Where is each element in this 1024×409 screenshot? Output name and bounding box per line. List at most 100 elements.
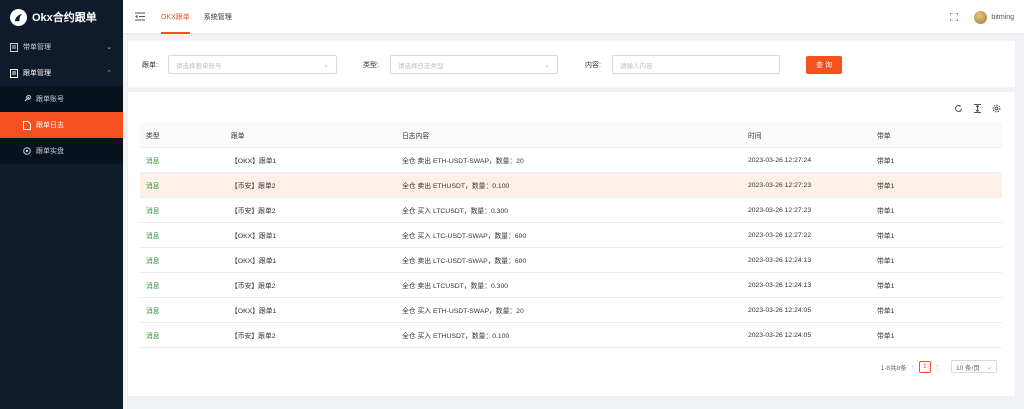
table-row[interactable]: 消息 【OKX】跟单1 全仓 买入 ETH-USDT-SWAP，数量：20 2023-… [140,298,1002,323]
sidebar-item-label: 跟单账号 [36,96,64,103]
cell-time: 2023-03-26 12:27:22 [748,231,812,239]
log-type-select[interactable]: 请选择日志类型 ⌄ [390,55,558,74]
column-header-follow: 跟单 [231,133,245,140]
cell-content: 全仓 买入 ETH-USDT-SWAP，数量：20 [402,308,524,315]
column-height-icon[interactable] [973,104,982,113]
cell-type: 消息 [146,208,160,215]
cell-type: 消息 [146,333,160,340]
cell-time: 2023-03-26 12:24:05 [748,331,812,339]
sidebar: Okx合约跟单 带单管理 ⌄ 跟单管理 ⌃ 跟单账号 跟单日志 跟单实盘 [0,0,123,409]
cell-time: 2023-03-26 12:24:05 [748,306,812,314]
type-label: 类型: [363,62,379,69]
cell-content: 全仓 卖出 ETH-USDT-SWAP，数量：20 [402,158,524,165]
document-icon [9,42,18,52]
log-type-placeholder: 请选择日志类型 [398,62,444,70]
content-label: 内容: [585,62,601,69]
table-row[interactable]: 消息 【OKX】跟单1 全仓 卖出 LTC-USDT-SWAP，数量：600 2023… [140,248,1002,273]
cell-follow: 【币安】跟单2 [231,208,276,215]
pagination-summary: 1-8共8条 [880,364,907,372]
link-icon [22,95,31,104]
cell-content: 全仓 买入 LTC-USDT-SWAP，数量：600 [402,233,527,240]
chevron-up-icon: ⌃ [106,70,112,77]
cell-follow: 【OKX】跟单1 [231,308,277,315]
tab-system-management[interactable]: 系统管理 [204,0,232,34]
menu-fold-icon[interactable] [135,12,145,21]
column-header-lead: 带单 [877,133,891,140]
chevron-left-icon[interactable]: ‹ [912,363,914,370]
search-button[interactable]: 查 询 [806,56,842,74]
cell-follow: 【OKX】跟单1 [231,258,277,265]
circle-icon [22,147,31,156]
table-row[interactable]: 消息 【币安】跟单2 全仓 买入 LTCUSDT，数量：0.300 2023-03-2… [140,198,1002,223]
table-row[interactable]: 消息 【OKX】跟单1 全仓 买入 LTC-USDT-SWAP，数量：600 2023… [140,223,1002,248]
chevron-right-icon[interactable]: › [936,363,938,370]
content-placeholder: 请输入内容 [620,62,653,70]
cell-lead: 带单1 [877,233,895,240]
app-title: Okx合约跟单 [32,12,97,24]
cell-type: 消息 [146,283,160,290]
table-row[interactable]: 消息 【OKX】跟单1 全仓 卖出 ETH-USDT-SWAP，数量：20 2023-… [140,148,1002,173]
cell-type: 消息 [146,183,160,190]
cell-lead: 带单1 [877,158,895,165]
cell-lead: 带单1 [877,208,895,215]
avatar[interactable] [974,10,988,24]
cell-content: 全仓 买入 ETHUSDT，数量：0.100 [402,333,510,340]
sidebar-item-label: 带单管理 [23,44,51,51]
tab-okx-follow[interactable]: OKX跟单 [161,0,190,34]
chevron-down-icon: ⌄ [106,44,112,51]
cell-lead: 带单1 [877,283,895,290]
settings-icon[interactable] [992,104,1001,113]
table-row[interactable]: 消息 【币安】跟单2 全仓 买入 ETHUSDT，数量：0.100 2023-03-2… [140,323,1002,348]
table-header-row: 类型 跟单 日志内容 时间 带单 [140,123,1002,148]
sidebar-item-label: 跟单日志 [36,122,64,129]
log-table: 类型 跟单 日志内容 时间 带单 消息 【OKX】跟单1 全仓 卖出 ETH-USD… [140,123,1002,348]
chevron-down-icon: ⌄ [544,62,550,69]
table-body: 消息 【OKX】跟单1 全仓 卖出 ETH-USDT-SWAP，数量：20 2023-… [140,148,1002,348]
sidebar-item-follow-accounts[interactable]: 跟单账号 [0,86,123,112]
column-header-type: 类型 [146,133,160,140]
cell-time: 2023-03-26 12:24:13 [748,256,812,264]
page-number[interactable]: 1 [918,360,931,373]
sidebar-item-follow-live[interactable]: 跟单实盘 [0,138,123,164]
cell-type: 消息 [146,158,160,165]
cell-lead: 带单1 [877,308,895,315]
cell-content: 全仓 买入 LTCUSDT，数量：0.300 [402,208,508,215]
username[interactable]: bitming [991,14,1014,21]
follow-account-placeholder: 请选择跟单账号 [176,62,222,70]
sidebar-item-label: 跟单管理 [23,70,51,77]
top-header: OKX跟单 系统管理 bitming [123,0,1024,34]
sidebar-item-follow-management[interactable]: 跟单管理 ⌃ [0,60,123,86]
table-row[interactable]: 消息 【币安】跟单2 全仓 卖出 ETHUSDT，数量：0.100 2023-03-2… [140,173,1002,198]
cell-content: 全仓 卖出 LTC-USDT-SWAP，数量：600 [402,258,527,265]
sidebar-item-follow-logs[interactable]: 跟单日志 [0,112,123,138]
table-row[interactable]: 消息 【币安】跟单2 全仓 卖出 LTCUSDT，数量：0.300 2023-03-2… [140,273,1002,298]
sidebar-item-lead-management[interactable]: 带单管理 ⌄ [0,34,123,60]
page-size-value: 10 条/页 [956,364,980,372]
chevron-down-icon: ⌄ [986,364,992,371]
file-icon [22,120,31,130]
cell-lead: 带单1 [877,333,895,340]
brand: Okx合约跟单 [0,0,123,34]
cell-type: 消息 [146,233,160,240]
cell-time: 2023-03-26 12:24:13 [748,281,812,289]
cell-content: 全仓 卖出 ETHUSDT，数量：0.100 [402,183,510,190]
cell-follow: 【币安】跟单2 [231,283,276,290]
content-input[interactable]: 请输入内容 [612,55,780,74]
filter-panel: 跟单: 请选择跟单账号 ⌄ 类型: 请选择日志类型 ⌄ 内容: 请输入内容 查 … [128,41,1015,87]
log-table-panel: 类型 跟单 日志内容 时间 带单 消息 【OKX】跟单1 全仓 卖出 ETH-USD… [128,92,1015,396]
sidebar-item-label: 跟单实盘 [36,148,64,155]
fullscreen-icon[interactable] [949,12,959,22]
refresh-icon[interactable] [954,104,963,113]
cell-follow: 【币安】跟单2 [231,183,276,190]
cell-type: 消息 [146,308,160,315]
column-header-content: 日志内容 [402,133,430,140]
pagination: 1-8共8条 ‹ 1 › 10 条/页 ⌄ [881,360,997,373]
page-size-select[interactable]: 10 条/页 ⌄ [951,360,997,373]
logo-icon [10,8,27,26]
cell-follow: 【OKX】跟单1 [231,233,277,240]
follow-account-select[interactable]: 请选择跟单账号 ⌄ [168,55,337,74]
cell-time: 2023-03-26 12:27:23 [748,181,812,189]
cell-lead: 带单1 [877,183,895,190]
cell-lead: 带单1 [877,258,895,265]
table-tools [954,104,1001,113]
